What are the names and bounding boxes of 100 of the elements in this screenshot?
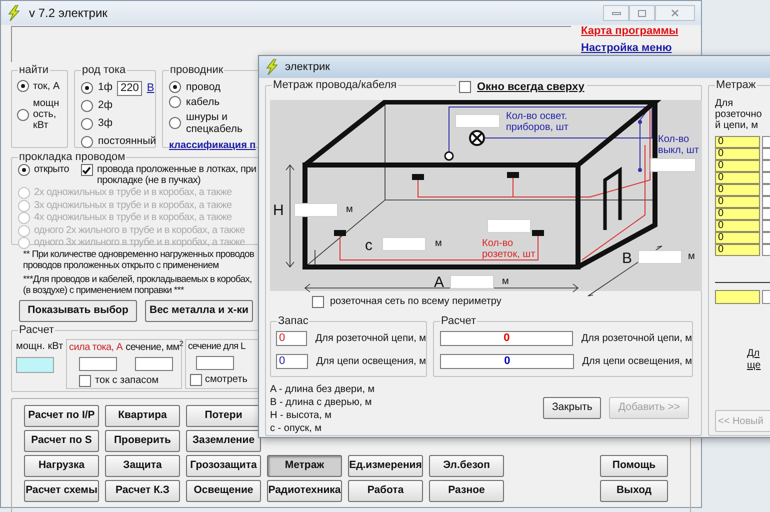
- voltage-field[interactable]: 220: [117, 80, 142, 96]
- legend-text: с - опуск, м: [270, 422, 323, 435]
- function-button[interactable]: Потери: [186, 405, 261, 427]
- dimension-field[interactable]: [638, 250, 682, 264]
- dimension-field[interactable]: [294, 203, 338, 217]
- checkbox-label: смотреть: [205, 373, 248, 388]
- dimension-field[interactable]: [450, 275, 494, 289]
- reserve-field[interactable]: 0: [276, 331, 308, 346]
- meter-field[interactable]: 0: [715, 196, 760, 208]
- radio-label: 3ф: [98, 116, 112, 132]
- function-button[interactable]: Расчет К.З: [105, 480, 180, 502]
- result-field: 0: [440, 354, 574, 369]
- function-button[interactable]: Расчет по S: [24, 430, 99, 452]
- section-l-field[interactable]: [196, 356, 234, 370]
- dialog-button[interactable]: Закрыть: [542, 397, 602, 419]
- radio-button[interactable]: [81, 100, 93, 112]
- action-button[interactable]: Вес металла и х-ки: [145, 300, 253, 322]
- legend-text: A - длина без двери, м: [270, 383, 375, 396]
- lightning-icon: [265, 59, 279, 75]
- unit-label: м: [502, 277, 509, 287]
- function-button[interactable]: Нагрузка: [24, 455, 99, 477]
- dimension-field[interactable]: [382, 237, 426, 251]
- legend-text: B - длина с дверью, м: [270, 396, 373, 409]
- function-button[interactable]: Защита: [105, 455, 180, 477]
- radio-button[interactable]: [169, 81, 181, 93]
- checkbox-label: провода проложенные в лотках, при прокладке (не в пучках): [96, 164, 256, 186]
- function-button[interactable]: Проверить: [105, 430, 180, 452]
- meter-field[interactable]: 0: [715, 136, 760, 148]
- function-button[interactable]: Метраж: [267, 455, 342, 477]
- meter-field[interactable]: 0: [715, 220, 760, 232]
- meter-field[interactable]: 0: [715, 232, 760, 244]
- meter-field[interactable]: 0: [715, 244, 760, 256]
- radio-button[interactable]: [169, 117, 181, 129]
- sockets-count-field[interactable]: [487, 219, 531, 233]
- radio-label: открыто: [34, 164, 69, 176]
- radio-label: одного 3х жильного в трубе и в коробах, а также: [34, 237, 245, 250]
- menu-link[interactable]: Настройка меню: [581, 42, 691, 55]
- meter-field[interactable]: 0: [715, 148, 760, 160]
- radio-button[interactable]: [169, 96, 181, 108]
- group-title: Метраж: [715, 78, 757, 92]
- total-field[interactable]: [715, 290, 760, 304]
- action-button[interactable]: Показывать выбор: [19, 300, 137, 322]
- switches-count-field[interactable]: [650, 158, 696, 172]
- menu-link[interactable]: Карта программы: [581, 25, 691, 38]
- radio-label: шнуры и спецкабель: [186, 111, 241, 135]
- group-title: Метраж провода/кабеля: [272, 78, 398, 92]
- dimension-letter: с: [365, 238, 372, 253]
- close-button[interactable]: [655, 5, 695, 21]
- lightning-icon: [7, 5, 21, 21]
- radio-label: провод: [186, 81, 221, 93]
- checkbox[interactable]: [190, 374, 202, 386]
- dimension-letter: B: [622, 251, 632, 266]
- unit-label: м: [435, 239, 442, 249]
- checkbox-label: Окно всегда сверху: [477, 80, 584, 95]
- cut-link[interactable]: Дл ще: [747, 348, 761, 372]
- minimize-button[interactable]: [603, 5, 629, 21]
- function-button[interactable]: Расчет по I/P: [24, 405, 99, 427]
- radio-label: одного 2х жильного в трубе и в коробах, а также: [34, 224, 245, 237]
- lights-count-field[interactable]: [455, 114, 500, 128]
- section-field[interactable]: [135, 357, 174, 371]
- meter-field[interactable]: 0: [715, 184, 760, 196]
- footnote-text: ***Для проводов и кабелей, прокладываемых в коробах, (в воздухе) с применением поправки ***: [23, 274, 252, 296]
- meter-field[interactable]: 0: [715, 172, 760, 184]
- function-button[interactable]: Расчет схемы: [24, 480, 99, 502]
- minimize-icon: [612, 12, 620, 14]
- current-field[interactable]: [79, 357, 118, 371]
- function-button[interactable]: Ед.измерения: [348, 455, 423, 477]
- field-label: сечение для L: [188, 340, 246, 354]
- checkbox[interactable]: [80, 164, 93, 176]
- unit-link[interactable]: В: [146, 80, 154, 96]
- checkbox[interactable]: [459, 81, 471, 94]
- field-label: Для цепи освещения, м: [316, 355, 426, 369]
- field-label: Для розеточной цепи, м: [581, 332, 692, 346]
- result-field: 0: [440, 331, 574, 346]
- radio-button[interactable]: [18, 164, 30, 176]
- function-button[interactable]: Грозозащита: [186, 455, 261, 477]
- radio-button[interactable]: [81, 136, 93, 148]
- reserve-field[interactable]: 0: [276, 354, 308, 369]
- function-button[interactable]: Разное: [429, 480, 504, 502]
- meter-field[interactable]: 0: [715, 160, 760, 172]
- radio-button[interactable]: [81, 82, 93, 94]
- radio-button[interactable]: [81, 118, 93, 130]
- checkbox[interactable]: [79, 374, 92, 386]
- maximize-button[interactable]: [629, 5, 655, 21]
- meter-field[interactable]: 0: [715, 208, 760, 220]
- checkbox[interactable]: [312, 296, 324, 308]
- function-button[interactable]: Работа: [348, 480, 423, 502]
- column-header: Для розеточной цепи, м: [715, 98, 763, 131]
- radio-button[interactable]: [17, 108, 29, 120]
- window-title: v 7.2 электрик: [29, 5, 108, 22]
- power-field[interactable]: [16, 357, 54, 373]
- function-button[interactable]: Эл.безоп: [429, 455, 504, 477]
- radio-button[interactable]: [17, 80, 29, 92]
- function-button[interactable]: Радиотехника: [267, 480, 342, 502]
- function-button[interactable]: Заземление: [186, 430, 261, 452]
- side-button[interactable]: Помощь: [600, 455, 668, 477]
- maximize-icon: [638, 10, 646, 16]
- side-button[interactable]: Выход: [600, 480, 668, 502]
- function-button[interactable]: Квартира: [105, 405, 180, 427]
- function-button[interactable]: Освещение: [186, 480, 261, 502]
